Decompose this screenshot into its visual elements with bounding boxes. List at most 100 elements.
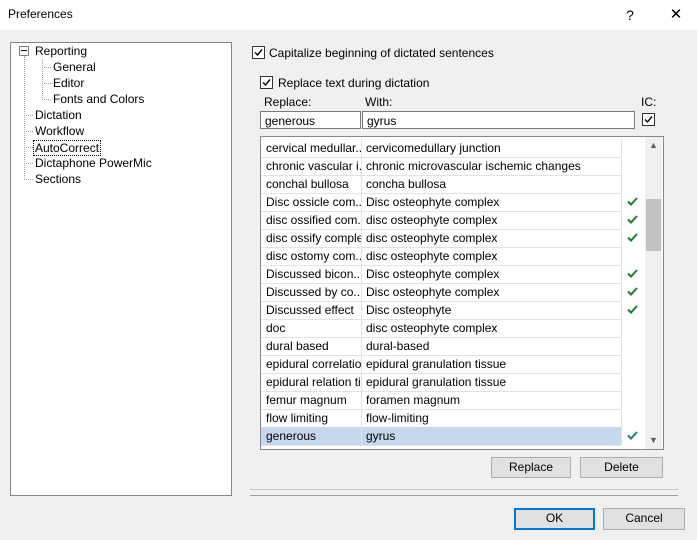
collapse-icon[interactable] [19, 46, 29, 56]
with-cell[interactable]: Disc osteophyte complex [366, 265, 616, 283]
replace-cell[interactable]: flow limiting [266, 409, 361, 427]
ic-cell[interactable] [622, 355, 644, 373]
table-row[interactable]: conchal bullosa concha bullosa [261, 175, 622, 194]
tree-item-dictaphone-powermic[interactable]: Dictaphone PowerMic [34, 155, 153, 171]
table-row[interactable]: doc disc osteophyte complex [261, 319, 622, 338]
replace-text-checkbox[interactable] [260, 76, 273, 89]
with-cell[interactable]: Disc osteophyte complex [366, 283, 616, 301]
with-cell[interactable]: chronic microvascular ischemic changes [366, 157, 616, 175]
close-button[interactable]: ✕ [665, 4, 687, 26]
autocorrect-table[interactable]: cervical medullar... cervicomedullary jun… [260, 136, 664, 450]
ic-cell[interactable] [622, 211, 644, 229]
tree-item-dictation[interactable]: Dictation [34, 107, 83, 123]
with-cell[interactable]: Disc osteophyte [366, 301, 616, 319]
tree-item-workflow[interactable]: Workflow [34, 123, 85, 139]
column-separator [361, 283, 362, 301]
table-row[interactable]: chronic vascular i... chronic microvascul… [261, 157, 622, 176]
with-header: With: [365, 95, 393, 109]
table-row[interactable]: dural based dural-based [261, 337, 622, 356]
help-button[interactable]: ? [619, 4, 641, 26]
ic-cell[interactable] [622, 337, 644, 355]
ic-cell[interactable] [622, 373, 644, 391]
ic-cell[interactable] [622, 319, 644, 337]
scroll-down-icon[interactable]: ▼ [645, 432, 662, 449]
replace-cell[interactable]: Discussed by co... [266, 283, 361, 301]
scroll-up-icon[interactable]: ▲ [645, 137, 662, 154]
replace-cell[interactable]: conchal bullosa [266, 175, 361, 193]
table-row[interactable]: generous gyrus [261, 427, 638, 446]
replace-cell[interactable]: chronic vascular i... [266, 157, 361, 175]
replace-cell[interactable]: cervical medullar... [266, 139, 361, 157]
tree-item-fonts-and-colors[interactable]: Fonts and Colors [52, 91, 145, 107]
ic-cell[interactable] [622, 175, 644, 193]
table-row[interactable]: Disc ossicle com... Disc osteophyte compl… [261, 193, 638, 212]
delete-button[interactable]: Delete [580, 457, 663, 478]
replace-cell[interactable]: dural based [266, 337, 361, 355]
replace-cell[interactable]: epidural relation ti... [266, 373, 361, 391]
replace-cell[interactable]: disc ossified com... [266, 211, 361, 229]
ic-cell[interactable] [622, 283, 644, 301]
table-row[interactable]: disc ossify complex disc osteophyte compl… [261, 229, 638, 248]
capitalize-label[interactable]: Capitalize beginning of dictated sentenc… [269, 46, 494, 60]
tree-item-general[interactable]: General [52, 59, 97, 75]
replace-cell[interactable]: generous [266, 427, 361, 445]
tree-item-autocorrect[interactable]: AutoCorrect [33, 140, 102, 156]
with-cell[interactable]: cervicomedullary junction [366, 139, 616, 157]
with-cell[interactable]: disc osteophyte complex [366, 229, 616, 247]
ic-cell[interactable] [622, 301, 644, 319]
ic-cell[interactable] [622, 193, 644, 211]
capitalize-checkbox[interactable] [252, 46, 265, 59]
preferences-tree[interactable]: Reporting General Editor Fonts and Color… [10, 42, 232, 496]
ic-cell[interactable] [622, 157, 644, 175]
with-cell[interactable]: dural-based [366, 337, 616, 355]
with-cell[interactable]: epidural granulation tissue [366, 355, 616, 373]
ic-cell[interactable] [622, 247, 644, 265]
replace-cell[interactable]: Discussed bicon... [266, 265, 361, 283]
replace-text-label[interactable]: Replace text during dictation [278, 76, 429, 90]
table-row[interactable]: Discussed bicon... Disc osteophyte comple… [261, 265, 638, 284]
with-cell[interactable]: Disc osteophyte complex [366, 193, 616, 211]
replace-cell[interactable]: Discussed effect [266, 301, 361, 319]
ic-cell[interactable] [622, 391, 644, 409]
vertical-scrollbar[interactable]: ▲ ▼ [645, 137, 662, 449]
with-cell[interactable]: disc osteophyte complex [366, 247, 616, 265]
replace-cell[interactable]: femur magnum [266, 391, 361, 409]
scroll-thumb[interactable] [646, 199, 661, 251]
table-row[interactable]: epidural relation ti... epidural granulat… [261, 373, 622, 392]
replace-cell[interactable]: Disc ossicle com... [266, 193, 361, 211]
table-row[interactable]: Discussed effect Disc osteophyte [261, 301, 638, 320]
ic-checkbox[interactable] [642, 113, 655, 126]
replace-cell[interactable]: epidural correlatio... [266, 355, 361, 373]
ic-cell[interactable] [622, 229, 644, 247]
ic-cell[interactable] [622, 427, 644, 445]
tree-item-sections[interactable]: Sections [34, 171, 82, 187]
table-row[interactable]: disc ostomy com... disc osteophyte comple… [261, 247, 622, 266]
replace-cell[interactable]: disc ostomy com... [266, 247, 361, 265]
cancel-button[interactable]: Cancel [603, 508, 685, 530]
table-row[interactable]: epidural correlatio... epidural granulati… [261, 355, 622, 374]
replace-input[interactable]: generous [260, 111, 361, 129]
replace-cell[interactable]: doc [266, 319, 361, 337]
table-row[interactable]: flow limiting flow-limiting [261, 409, 622, 428]
with-cell[interactable]: gyrus [366, 427, 616, 445]
with-cell[interactable]: epidural granulation tissue [366, 373, 616, 391]
with-cell[interactable]: foramen magnum [366, 391, 616, 409]
with-cell[interactable]: disc osteophyte complex [366, 319, 616, 337]
with-cell[interactable]: concha bullosa [366, 175, 616, 193]
with-input[interactable]: gyrus [362, 111, 635, 129]
replace-button[interactable]: Replace [491, 457, 571, 478]
tree-connector [42, 99, 51, 100]
ic-cell[interactable] [622, 409, 644, 427]
ic-cell[interactable] [622, 265, 644, 283]
ic-cell[interactable] [622, 139, 644, 157]
table-row[interactable]: Discussed by co... Disc osteophyte comple… [261, 283, 638, 302]
with-cell[interactable]: flow-limiting [366, 409, 616, 427]
ok-button[interactable]: OK [514, 508, 595, 530]
table-row[interactable]: cervical medullar... cervicomedullary jun… [261, 139, 622, 158]
tree-item-reporting[interactable]: Reporting [34, 43, 88, 59]
tree-item-editor[interactable]: Editor [52, 75, 85, 91]
replace-cell[interactable]: disc ossify complex [266, 229, 361, 247]
table-row[interactable]: disc ossified com... disc osteophyte comp… [261, 211, 638, 230]
with-cell[interactable]: disc osteophyte complex [366, 211, 616, 229]
table-row[interactable]: femur magnum foramen magnum [261, 391, 622, 410]
